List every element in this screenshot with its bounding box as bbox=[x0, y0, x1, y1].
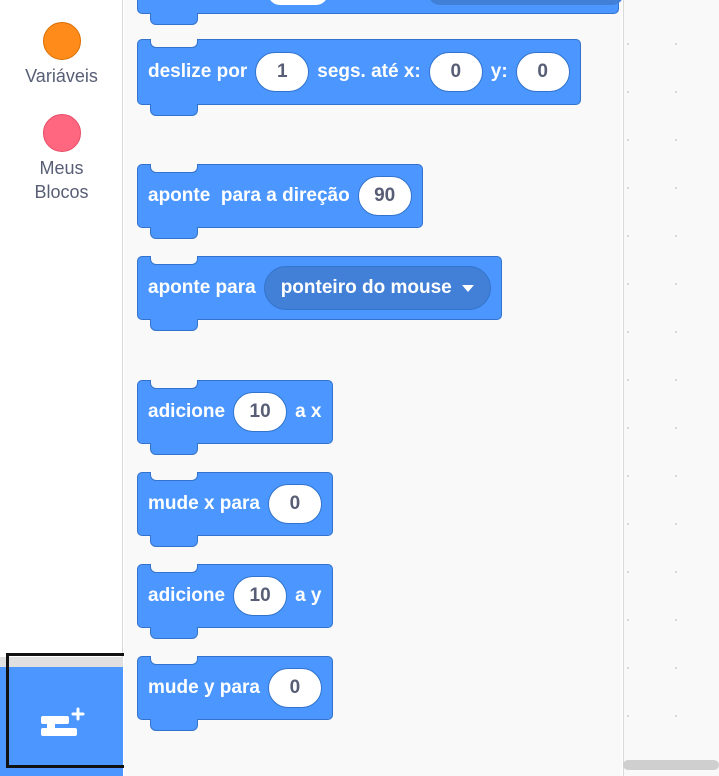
block-set-x[interactable]: mude x para 0 bbox=[137, 472, 333, 547]
block-text: y: bbox=[490, 61, 508, 82]
block-change-y[interactable]: adicione 10 a y bbox=[137, 564, 333, 639]
block-notch bbox=[150, 564, 198, 573]
block-partial[interactable] bbox=[137, 0, 624, 25]
add-extension-button[interactable] bbox=[0, 667, 123, 776]
block-set-y[interactable]: mude y para 0 bbox=[137, 656, 333, 731]
category-my-blocks-label: Meus Blocos bbox=[34, 158, 89, 202]
block-text: mude x para bbox=[148, 493, 260, 514]
set-y-input[interactable]: 0 bbox=[267, 668, 322, 708]
change-y-input[interactable]: 10 bbox=[233, 576, 288, 616]
horizontal-scrollbar[interactable] bbox=[623, 760, 719, 770]
block-change-x[interactable]: adicione 10 a x bbox=[137, 380, 333, 455]
category-variables[interactable]: Variáveis bbox=[0, 22, 123, 88]
block-text: mude y para bbox=[148, 677, 260, 698]
my-blocks-category-icon bbox=[42, 114, 81, 152]
block-text: adicione bbox=[148, 401, 226, 422]
glide-y-input[interactable]: 0 bbox=[515, 52, 570, 92]
block-notch bbox=[150, 656, 198, 665]
dropdown-value: ponteiro do mouse bbox=[280, 277, 452, 298]
block-partial-dropdown bbox=[428, 0, 624, 5]
block-notch bbox=[150, 380, 198, 389]
add-extension-icon bbox=[41, 707, 85, 736]
block-text: segs. até x: bbox=[317, 61, 421, 82]
set-x-input[interactable]: 0 bbox=[267, 484, 322, 524]
extension-button-area bbox=[0, 657, 123, 776]
block-notch bbox=[150, 164, 198, 173]
variables-category-icon bbox=[42, 22, 81, 60]
category-variables-label: Variáveis bbox=[25, 66, 98, 86]
block-text: aponte para bbox=[148, 277, 256, 298]
block-point-in-direction[interactable]: aponte para a direção 90 bbox=[137, 164, 423, 239]
change-x-input[interactable]: 10 bbox=[233, 392, 288, 432]
point-towards-dropdown[interactable]: ponteiro do mouse bbox=[263, 266, 491, 310]
category-my-blocks[interactable]: Meus Blocos bbox=[0, 114, 123, 204]
block-text: adicione bbox=[148, 585, 226, 606]
block-point-towards[interactable]: aponte para ponteiro do mouse bbox=[137, 256, 502, 331]
block-notch bbox=[150, 256, 198, 265]
block-text: aponte para a direção bbox=[148, 185, 350, 206]
block-partial-input bbox=[268, 0, 328, 5]
glide-x-input[interactable]: 0 bbox=[428, 52, 483, 92]
scripts-area[interactable] bbox=[623, 0, 719, 776]
block-notch bbox=[150, 472, 198, 481]
chevron-down-icon bbox=[461, 284, 474, 292]
direction-input[interactable]: 90 bbox=[357, 176, 412, 216]
block-text: a y bbox=[295, 585, 322, 606]
block-notch bbox=[150, 39, 198, 48]
block-text: a x bbox=[295, 401, 322, 422]
glide-seconds-input[interactable]: 1 bbox=[255, 52, 310, 92]
block-glide-to-xy[interactable]: deslize por 1 segs. até x: 0 y: 0 bbox=[137, 39, 581, 116]
block-text: deslize por bbox=[148, 61, 248, 82]
